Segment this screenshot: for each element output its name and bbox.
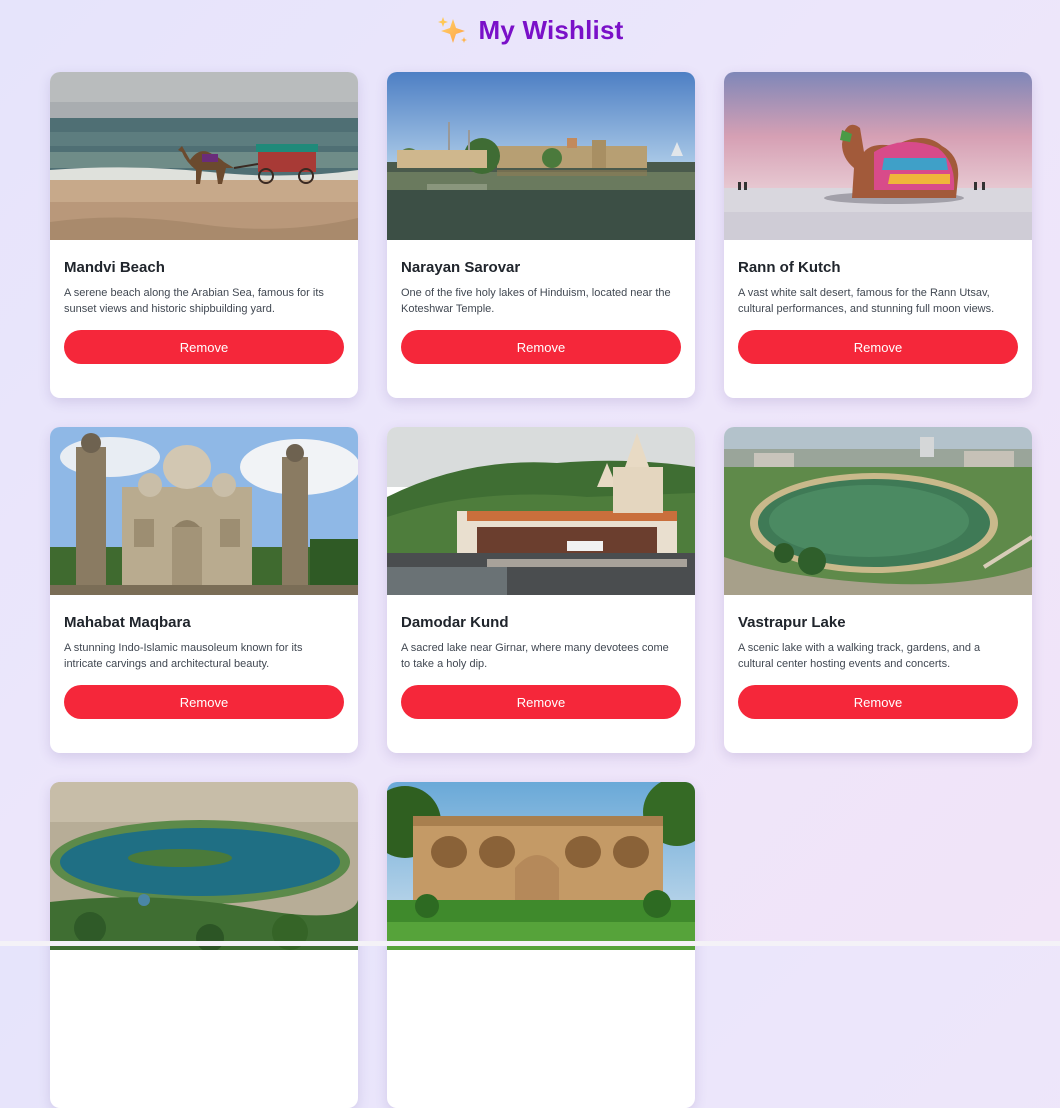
card-title: Mahabat Maqbara <box>64 614 191 631</box>
remove-button[interactable]: Remove <box>64 685 344 719</box>
wishlist-grid: Mandvi Beach A serene beach along the Ar… <box>50 72 1032 1108</box>
wishlist-card-narayan-sarovar: Narayan Sarovar One of the five holy lak… <box>387 72 695 398</box>
wishlist-card-damodar-kund: Damodar Kund A sacred lake near Girnar, … <box>387 427 695 753</box>
sparkles-icon <box>437 15 469 45</box>
remove-button[interactable]: Remove <box>64 330 344 364</box>
page-title: My Wishlist <box>478 14 624 45</box>
card-description: A sacred lake near Girnar, where many de… <box>401 642 669 670</box>
card-description: A serene beach along the Arabian Sea, fa… <box>64 287 324 315</box>
kankaria-lake-photo <box>50 782 358 950</box>
viewport-bottom-edge <box>0 941 1060 946</box>
card-description: A stunning Indo-Islamic mausoleum known … <box>64 642 303 670</box>
mandvi-beach-photo <box>50 72 358 240</box>
card-title: Narayan Sarovar <box>401 259 521 276</box>
rann-of-kutch-photo <box>724 72 1032 240</box>
damodar-kund-photo <box>387 427 695 595</box>
page-header: My Wishlist <box>0 12 1060 48</box>
card-description: A scenic lake with a walking track, gard… <box>738 642 981 670</box>
remove-button[interactable]: Remove <box>401 330 681 364</box>
mahabat-maqbara-photo <box>50 427 358 595</box>
card-title: Damodar Kund <box>401 614 509 631</box>
wishlist-card-mahabat-maqbara: Mahabat Maqbara A stunning Indo-Islamic … <box>50 427 358 753</box>
wishlist-card-mandvi-beach: Mandvi Beach A serene beach along the Ar… <box>50 72 358 398</box>
vastrapur-lake-photo <box>724 427 1032 595</box>
remove-button[interactable]: Remove <box>401 685 681 719</box>
card-description: A vast white salt desert, famous for the… <box>738 287 995 315</box>
card-title: Rann of Kutch <box>738 259 841 276</box>
narayan-sarovar-photo <box>387 72 695 240</box>
remove-button[interactable]: Remove <box>738 330 1018 364</box>
card-description: One of the five holy lakes of Hinduism, … <box>401 287 671 315</box>
card-title: Mandvi Beach <box>64 259 165 276</box>
sidi-saiyyed-mosque-photo <box>387 782 695 950</box>
wishlist-card-rann-of-kutch: Rann of Kutch A vast white salt desert, … <box>724 72 1032 398</box>
card-title: Vastrapur Lake <box>738 614 846 631</box>
wishlist-card-vastrapur-lake: Vastrapur Lake A scenic lake with a walk… <box>724 427 1032 753</box>
remove-button[interactable]: Remove <box>738 685 1018 719</box>
